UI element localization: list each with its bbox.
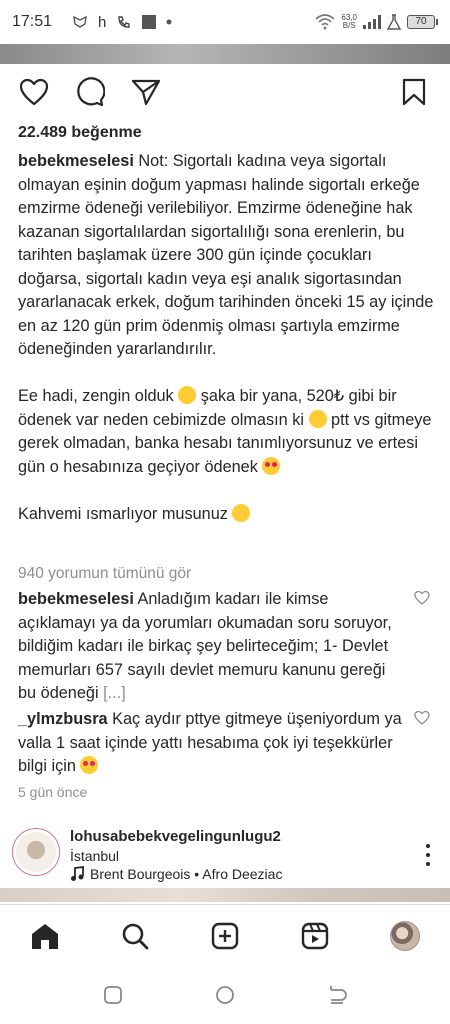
send-paper-plane-icon [131, 79, 161, 106]
nav-search[interactable] [118, 919, 152, 953]
music-note-icon [71, 866, 84, 881]
caption-text-2a: Ee hadi, zengin olduk [18, 387, 179, 405]
nav-home[interactable] [28, 919, 62, 953]
comment-button[interactable] [74, 76, 106, 108]
profile-avatar [390, 921, 420, 951]
flask-icon [387, 14, 401, 30]
caption: bebekmeselesi Not: Sigortalı kadına veya… [18, 150, 438, 526]
recent-apps-button[interactable] [102, 984, 124, 1006]
back-system-button[interactable] [326, 984, 348, 1006]
post-timestamp: 5 gün önce [18, 784, 88, 800]
view-all-comments-link[interactable]: 940 yorumun tümünü gör [18, 565, 191, 583]
comment-like-heart-icon[interactable] [414, 590, 430, 606]
laughing-emoji-icon [178, 386, 197, 404]
heart-eyes-emoji-icon [262, 456, 281, 475]
comment-item: bebekmeselesi Anladığım kadarı ile kimse… [18, 588, 408, 706]
caption-text: Not: Sigortalı kadına veya sigortalı olm… [18, 152, 434, 358]
music-attribution[interactable]: Brent Bourgeois • Afro Deeziac [70, 866, 282, 882]
battery-icon: 70 [407, 15, 438, 29]
clock: 17:51 [12, 13, 53, 30]
account-username[interactable]: lohusabebekvegelingunlugu2 [70, 828, 281, 845]
post-content: 22.489 beğenme bebekmeselesi Not: Sigort… [18, 122, 438, 526]
home-system-button[interactable] [214, 984, 236, 1006]
caption-username[interactable]: bebekmeselesi [18, 152, 134, 170]
comment-more-link[interactable]: [...] [103, 684, 126, 702]
system-nav [0, 966, 450, 1024]
share-button[interactable] [130, 76, 162, 108]
post-actions [0, 72, 450, 112]
reels-icon [301, 922, 329, 950]
search-icon [122, 923, 149, 950]
nav-create[interactable] [208, 919, 242, 953]
comment-username[interactable]: bebekmeselesi [18, 590, 134, 608]
next-post-image[interactable] [0, 888, 450, 902]
account-location[interactable]: İstanbul [70, 848, 119, 864]
post-image[interactable] [0, 44, 450, 64]
caption-text-3: Kahvemi ısmarlıyor musunuz [18, 504, 233, 523]
likes-count[interactable]: 22.489 beğenme [18, 122, 438, 144]
vpn-shield-icon [72, 15, 88, 29]
save-button[interactable] [398, 76, 430, 108]
status-bar: 17:51 h 63,0 B/S 70 [0, 0, 450, 44]
circle-icon [216, 986, 234, 1004]
account-avatar[interactable] [12, 828, 60, 876]
bottom-nav [0, 904, 450, 966]
hugging-face-emoji-icon [232, 503, 251, 522]
next-post-header: lohusabebekvegelingunlugu2 İstanbul Bren… [0, 822, 450, 888]
square-icon [104, 986, 122, 1004]
wifi-icon [315, 14, 335, 30]
status-letter: h [98, 13, 107, 31]
signal-icon [363, 15, 381, 29]
home-icon [32, 924, 58, 949]
nav-reels[interactable] [298, 919, 332, 953]
network-speed: 63,0 B/S [341, 13, 357, 30]
back-arrow-icon [330, 986, 347, 1004]
music-label: Brent Bourgeois • Afro Deeziac [90, 866, 283, 882]
shushing-face-emoji-icon [308, 409, 327, 428]
more-options-icon[interactable] [424, 844, 432, 866]
create-post-icon [211, 922, 239, 950]
missed-call-icon [116, 14, 132, 30]
nav-profile[interactable] [388, 919, 422, 953]
comment-username[interactable]: _ylmzbusra [18, 710, 108, 728]
comment-item: _ylmzbusra Kaç aydır pttye gitmeye üşeni… [18, 708, 408, 779]
dot-icon [166, 19, 172, 25]
like-button[interactable] [18, 76, 50, 108]
bookmark-icon [402, 78, 426, 106]
comment-bubble-icon [77, 77, 105, 107]
notification-square-icon [142, 15, 157, 29]
heart-eyes-emoji-icon [80, 756, 99, 774]
comment-like-heart-icon[interactable] [414, 710, 430, 726]
heart-outline-icon [19, 78, 49, 106]
